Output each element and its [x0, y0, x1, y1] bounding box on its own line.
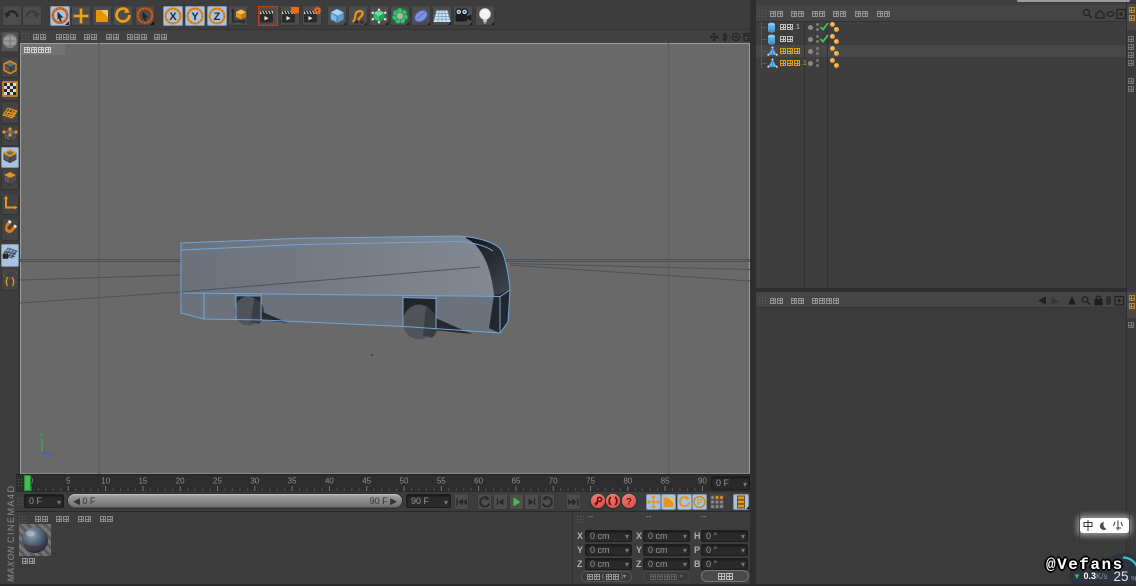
svg-text:75: 75 — [586, 477, 595, 486]
svg-text:80: 80 — [623, 477, 632, 486]
svg-text:X: X — [169, 11, 177, 23]
svg-text:60: 60 — [474, 477, 483, 486]
svg-text:85: 85 — [661, 477, 670, 486]
svg-text:70: 70 — [549, 477, 558, 486]
svg-text:10: 10 — [101, 477, 110, 486]
svg-text:65: 65 — [511, 477, 520, 486]
svg-text:Y: Y — [191, 11, 199, 23]
svg-text:45: 45 — [362, 477, 371, 486]
svg-text:90: 90 — [698, 477, 707, 486]
svg-text:-z: -z — [45, 453, 50, 459]
svg-text:15: 15 — [138, 477, 147, 486]
svg-text:55: 55 — [437, 477, 446, 486]
svg-text:%: % — [1131, 574, 1136, 583]
svg-text:P: P — [697, 498, 703, 507]
svg-text:35: 35 — [288, 477, 297, 486]
svg-text:(): () — [4, 277, 16, 287]
svg-text:Y: Y — [39, 433, 44, 440]
svg-text:20: 20 — [176, 477, 185, 486]
svg-text:40: 40 — [325, 477, 334, 486]
svg-text:x: x — [55, 452, 59, 459]
svg-text:Z: Z — [214, 11, 221, 23]
svg-text:50: 50 — [400, 477, 409, 486]
svg-text:?: ? — [626, 497, 632, 508]
svg-text:25: 25 — [213, 477, 222, 486]
svg-text:5: 5 — [66, 477, 71, 486]
svg-text:30: 30 — [250, 477, 259, 486]
